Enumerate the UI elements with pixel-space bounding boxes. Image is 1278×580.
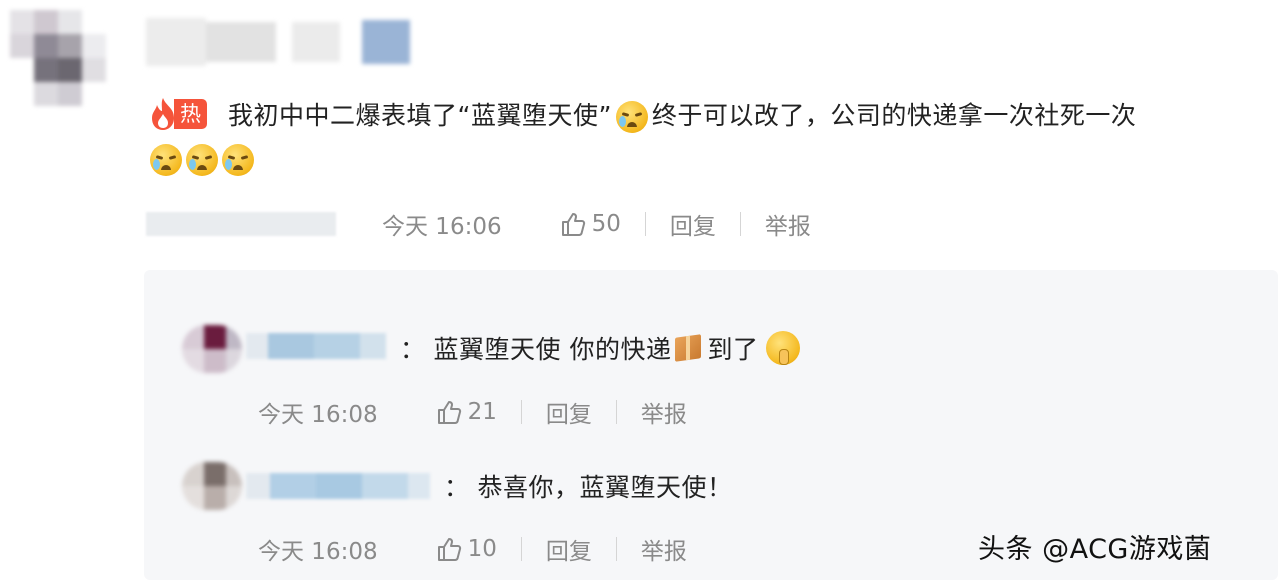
avatar[interactable] [182, 325, 242, 373]
like-button[interactable]: 50 [560, 211, 621, 237]
timestamp: 今天 16:08 [258, 539, 378, 565]
report-button[interactable]: 举报 [641, 532, 687, 566]
location-blur [146, 212, 336, 236]
hot-tag: 热 [174, 99, 207, 129]
report-button[interactable]: 举报 [641, 395, 687, 429]
reply-button[interactable]: 回复 [546, 532, 592, 566]
like-count: 10 [467, 536, 497, 562]
username[interactable] [146, 18, 416, 68]
watermark: 头条 @ACG游戏菌 [978, 534, 1212, 565]
thumbs-up-icon [437, 401, 461, 424]
like-button[interactable]: 21 [436, 399, 497, 425]
username[interactable] [246, 473, 430, 499]
report-button[interactable]: 举报 [765, 207, 811, 241]
like-button[interactable]: 10 [436, 536, 497, 562]
reply-text: ： 蓝翼堕天使 你的快递 到了 [400, 328, 801, 368]
emoji-row [150, 144, 254, 176]
avatar[interactable] [182, 462, 242, 510]
comment-text: 我初中中二爆表填了“蓝翼堕天使” 终于可以改了，公司的快递拿一次社死一次 [228, 96, 1258, 136]
shush-emoji-icon [766, 331, 801, 365]
timestamp: 今天 16:08 [258, 402, 378, 428]
crying-emoji-icon [186, 144, 218, 176]
hot-badge: 热 [148, 96, 207, 132]
timestamp: 今天 16:06 [382, 214, 502, 240]
crying-emoji-icon [615, 101, 648, 133]
username[interactable] [246, 333, 386, 359]
crying-emoji-icon [150, 144, 182, 176]
divider [615, 537, 617, 561]
crying-emoji-icon [222, 144, 254, 176]
reply-button[interactable]: 回复 [546, 395, 592, 429]
thumbs-up-icon [561, 213, 585, 236]
divider [520, 400, 522, 424]
package-icon [675, 334, 702, 362]
thumbs-up-icon [437, 538, 461, 561]
divider [739, 212, 741, 236]
reply-text: ： 恭喜你，蓝翼堕天使！ [444, 473, 733, 502]
reply-button[interactable]: 回复 [670, 207, 716, 241]
like-count: 21 [467, 399, 497, 425]
divider [615, 400, 617, 424]
reply-meta: 今天 16:08 21 回复 举报 [258, 394, 687, 430]
comment-meta: 今天 16:06 50 回复 举报 [382, 206, 811, 242]
divider [644, 212, 646, 236]
avatar[interactable] [10, 10, 106, 110]
like-count: 50 [591, 211, 621, 237]
divider [520, 537, 522, 561]
reply-meta: 今天 16:08 10 回复 举报 [258, 531, 687, 567]
